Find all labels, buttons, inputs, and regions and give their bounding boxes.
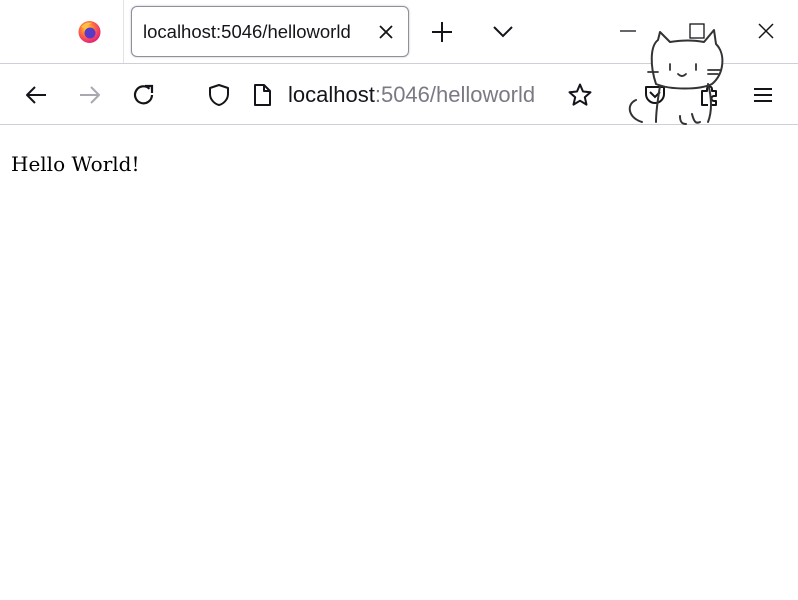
shield-icon[interactable] [206, 82, 232, 108]
tab-list-button[interactable] [490, 19, 516, 45]
reload-button[interactable] [131, 82, 157, 108]
maximize-button[interactable] [683, 19, 711, 45]
extensions-puzzle-icon[interactable] [697, 82, 723, 108]
bookmark-star-icon[interactable] [567, 82, 593, 108]
browser-window: localhost:5046/helloworld localhost:5046… [0, 0, 798, 600]
tab-separator [123, 0, 124, 63]
back-button[interactable] [23, 82, 49, 108]
tab-title: localhost:5046/helloworld [143, 21, 351, 42]
page-icon[interactable] [249, 82, 275, 108]
forward-button[interactable] [77, 82, 103, 108]
tab-active[interactable]: localhost:5046/helloworld [131, 6, 409, 57]
hamburger-menu-icon[interactable] [750, 82, 776, 108]
navigation-toolbar: localhost:5046/helloworld [0, 63, 798, 125]
page-body-text: Hello World! [11, 152, 140, 176]
url-path: :5046/helloworld [374, 82, 536, 107]
minimize-button[interactable] [614, 19, 642, 45]
new-tab-button[interactable] [429, 19, 455, 45]
window-close-button[interactable] [752, 19, 780, 45]
tab-close-icon[interactable] [376, 22, 396, 42]
pocket-icon[interactable] [642, 82, 668, 108]
page-content: Hello World! [0, 126, 798, 600]
url-host: localhost [288, 82, 375, 107]
tab-strip: localhost:5046/helloworld [0, 0, 798, 63]
firefox-icon[interactable] [77, 19, 102, 44]
url-bar[interactable]: localhost:5046/helloworld [288, 81, 535, 109]
